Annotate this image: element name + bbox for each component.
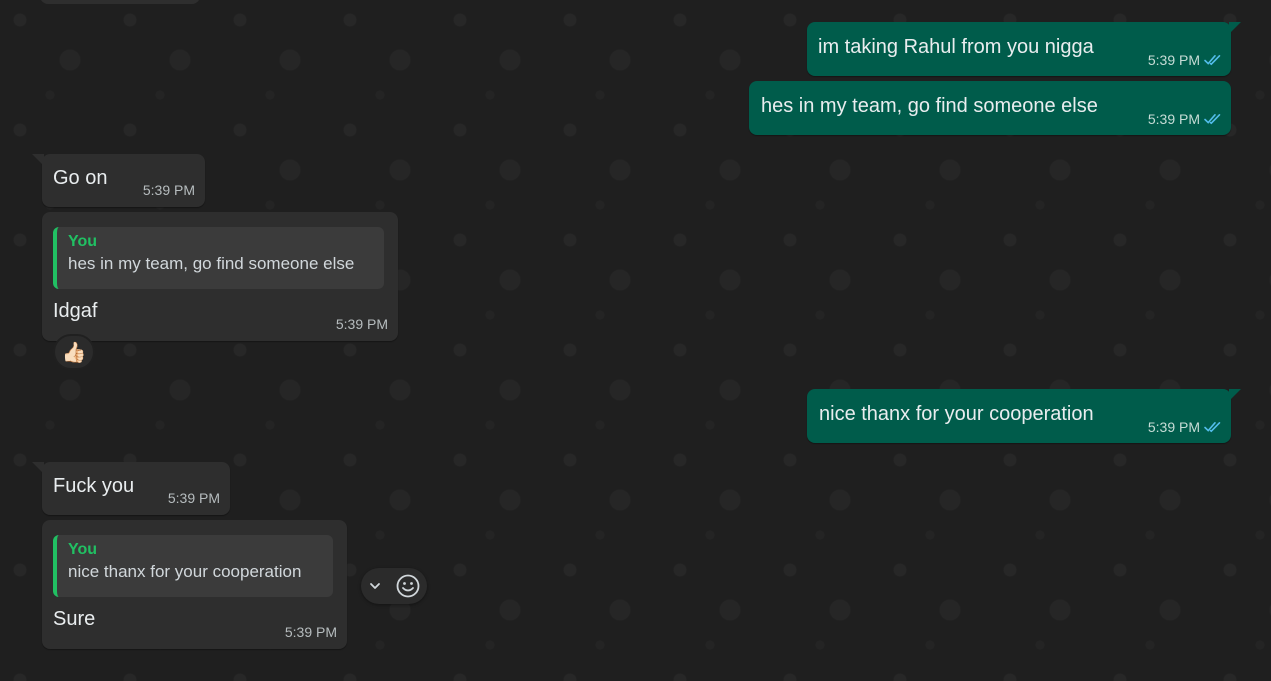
double-check-icon bbox=[1204, 55, 1221, 66]
message-text: nice thanx for your cooperation bbox=[819, 403, 1094, 425]
message-text: Fuck you bbox=[53, 475, 135, 497]
incoming-message[interactable]: Fuck you 5:39 PM bbox=[32, 462, 230, 515]
message-time: 5:39 PM bbox=[335, 316, 388, 332]
message-time: 5:39 PM bbox=[167, 490, 220, 506]
message-time: 5:39 PM bbox=[1147, 111, 1200, 127]
thumbs-up-reaction: 👍🏻 bbox=[61, 341, 87, 364]
message-time: 5:39 PM bbox=[1147, 52, 1200, 68]
message-text: hes in my team, go find someone else bbox=[761, 95, 1098, 117]
message-meta: 5:39 PM bbox=[285, 624, 337, 640]
previous-message-edge bbox=[40, 0, 200, 4]
chevron-down-icon bbox=[369, 583, 380, 589]
quoted-author: You bbox=[68, 541, 98, 558]
bubble-tail bbox=[1229, 389, 1241, 401]
emoji-icon bbox=[396, 574, 419, 598]
message-meta: 5:39 PM bbox=[143, 182, 195, 198]
message-time: 5:39 PM bbox=[284, 624, 337, 640]
quoted-author: You bbox=[68, 233, 98, 250]
message-meta: 5:39 PM bbox=[1148, 111, 1221, 127]
quoted-message[interactable]: You nice thanx for your cooperation bbox=[53, 535, 333, 597]
message-time: 5:39 PM bbox=[1147, 419, 1200, 435]
incoming-message[interactable]: You hes in my team, go find someone else… bbox=[42, 212, 398, 341]
outgoing-message[interactable]: im taking Rahul from you nigga 5:39 PM bbox=[807, 22, 1241, 76]
outgoing-message[interactable]: nice thanx for your cooperation 5:39 PM bbox=[807, 389, 1241, 443]
outgoing-message[interactable]: hes in my team, go find someone else 5:3… bbox=[749, 81, 1231, 135]
message-meta: 5:39 PM bbox=[168, 490, 220, 506]
message-text: Sure bbox=[53, 608, 96, 630]
message-time: 5:39 PM bbox=[142, 182, 195, 198]
react-button[interactable] bbox=[395, 573, 421, 599]
message-text: Idgaf bbox=[53, 300, 98, 322]
message-reaction[interactable]: 👍🏻 bbox=[53, 334, 95, 370]
bubble-tail bbox=[32, 154, 44, 166]
incoming-message[interactable]: Go on 5:39 PM bbox=[32, 154, 205, 207]
message-text: Go on bbox=[53, 167, 108, 189]
bubble-tail bbox=[32, 462, 44, 474]
incoming-message[interactable]: You nice thanx for your cooperation Sure… bbox=[42, 520, 347, 649]
message-meta: 5:39 PM bbox=[1148, 52, 1221, 68]
double-check-icon bbox=[1204, 114, 1221, 125]
message-meta: 5:39 PM bbox=[1148, 419, 1221, 435]
quoted-text: nice thanx for your cooperation bbox=[68, 562, 302, 581]
message-hover-tools bbox=[361, 568, 427, 604]
bubble-tail bbox=[1229, 22, 1241, 34]
message-meta: 5:39 PM bbox=[336, 316, 388, 332]
quoted-text: hes in my team, go find someone else bbox=[68, 254, 355, 273]
message-text: im taking Rahul from you nigga bbox=[818, 36, 1094, 58]
message-menu-button[interactable] bbox=[368, 579, 382, 593]
double-check-icon bbox=[1204, 422, 1221, 433]
quoted-message[interactable]: You hes in my team, go find someone else bbox=[53, 227, 384, 289]
